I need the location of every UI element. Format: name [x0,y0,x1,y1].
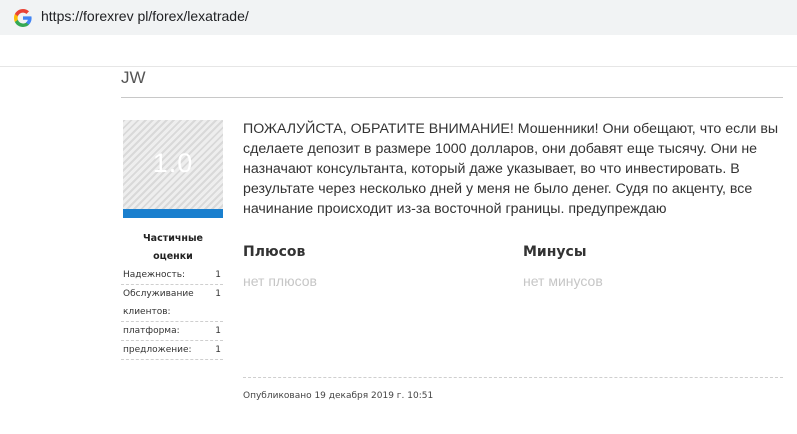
score-bar [123,209,223,218]
partial-ratings-title: Частичные оценки [142,233,203,262]
rating-value: 1 [215,289,221,299]
pros-text: нет плюсов [243,273,317,289]
footer-divider [243,377,783,378]
rating-row-customer-service: Обслуживание клиентов: 1 [121,285,223,322]
rating-row-reliability: Надежность: 1 [121,266,223,285]
cons-text: нет минусов [523,273,603,289]
browser-address-bar[interactable]: https://forexrev pl/forex/lexatrade/ [0,0,797,35]
cons-heading: Минусы [523,244,587,260]
score-box: 1.0 [123,120,223,210]
google-g-icon [14,9,32,27]
rating-row-offer: предложение: 1 [121,341,223,360]
review-text: ПОЖАЛУЙСТА, ОБРАТИТЕ ВНИМАНИЕ! Мошенники… [243,121,779,217]
rating-value: 1 [215,326,221,336]
rating-label: Надежность: [123,270,186,280]
published-date: Опубликовано 19 декабря 2019 г. 10:51 [243,391,434,401]
rating-label: предложение: [123,345,192,355]
score-value: 1.0 [152,148,194,178]
pros-heading: Плюсов [243,244,306,260]
rating-value: 1 [215,345,221,355]
partial-ratings-list: Надежность: 1 Обслуживание клиентов: 1 п… [121,266,223,360]
header-divider [0,66,797,67]
rating-label: платформа: [123,326,180,336]
author-divider [121,97,783,98]
rating-label: Обслуживание клиентов: [123,289,194,317]
url-text[interactable]: https://forexrev pl/forex/lexatrade/ [41,8,249,24]
review-author: JW [121,68,146,87]
rating-value: 1 [215,270,221,280]
rating-row-platform: платформа: 1 [121,322,223,341]
